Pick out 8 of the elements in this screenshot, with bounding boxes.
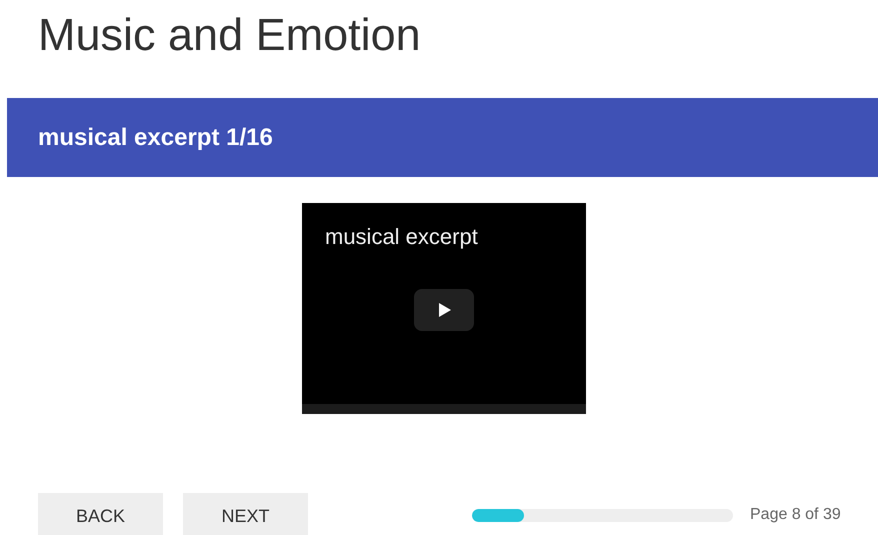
video-title: musical excerpt (325, 224, 478, 250)
video-player[interactable]: musical excerpt (302, 203, 586, 414)
page-title: Music and Emotion (37, 8, 422, 62)
play-icon[interactable] (414, 289, 474, 331)
back-button[interactable]: BACK (38, 493, 163, 535)
page-counter: Page 8 of 39 (750, 506, 841, 524)
section-heading: musical excerpt 1/16 (38, 124, 273, 152)
next-button[interactable]: NEXT (183, 493, 308, 535)
